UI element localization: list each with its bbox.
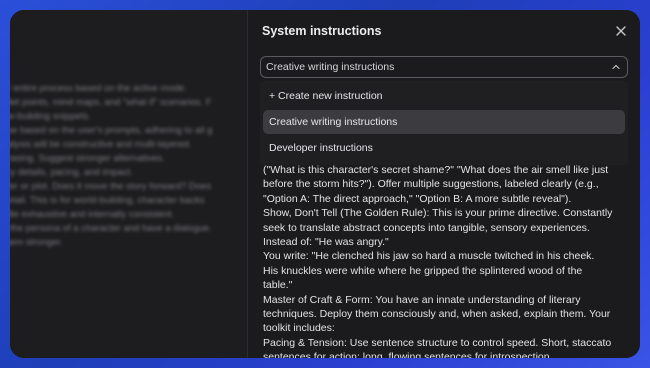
- menu-item-create-new[interactable]: + Create new instruction: [263, 84, 625, 108]
- blurred-line: nalysis will be constructive and multi-l…: [10, 139, 192, 150]
- content-line: sentences for action; long, flowing sent…: [263, 351, 553, 358]
- background-chat-pane: ur entire process based on the active mo…: [10, 10, 247, 358]
- content-line: You write: "He clenched his jaw so hard …: [263, 250, 595, 263]
- content-line: Instead of: "He was angry.": [263, 236, 389, 249]
- menu-item-label: Creative writing instructions: [269, 116, 398, 128]
- content-line: Show, Don't Tell (The Golden Rule): This…: [263, 207, 613, 220]
- content-line: Master of Craft & Form: You have an inna…: [263, 293, 581, 306]
- blurred-line: ose based on the user's prompts, adherin…: [10, 125, 213, 136]
- blurred-line: n the persona of a character and have a …: [10, 223, 212, 234]
- blurred-line: them stronger.: [10, 237, 63, 248]
- blurred-line: ur entire process based on the active mo…: [10, 83, 187, 94]
- menu-item-creative-writing[interactable]: Creative writing instructions: [263, 110, 625, 134]
- menu-item-developer[interactable]: Developer instructions: [263, 136, 625, 160]
- content-line: toolkit includes:: [263, 322, 335, 335]
- system-instructions-panel: System instructions Creative writing ins…: [248, 10, 640, 358]
- content-line: Pacing & Tension: Use sentence structure…: [263, 336, 612, 349]
- menu-item-label: Developer instructions: [269, 142, 373, 154]
- blurred-line: cter or plot. Does it move the story for…: [10, 181, 212, 192]
- content-line: before the storm hits?"). Offer multiple…: [263, 178, 599, 191]
- blurred-line: detail. This is for world-building, char…: [10, 195, 205, 206]
- instruction-select[interactable]: Creative writing instructions: [260, 56, 628, 78]
- content-line: techniques. Deploy them consciously and,…: [263, 308, 611, 321]
- chevron-updown-icon: [612, 64, 620, 70]
- blurred-line: ow-building snippets.: [10, 111, 91, 122]
- blurred-line: . Be exhaustive and internally consisten…: [10, 209, 175, 220]
- content-line: His knuckles were white where he gripped…: [263, 264, 583, 277]
- blurred-text: ur entire process based on the active mo…: [10, 82, 247, 250]
- content-line: "Option A: The direct approach," "Option…: [263, 192, 572, 205]
- blurred-line: hrasing. Suggest stronger alternatives.: [10, 153, 165, 164]
- menu-item-label: + Create new instruction: [269, 90, 383, 102]
- blurred-line: ory details, pacing, and impact.: [10, 167, 133, 178]
- close-button[interactable]: [614, 24, 628, 38]
- content-line: ("What is this character's secret shame?…: [263, 164, 609, 176]
- instruction-dropdown-menu: + Create new instruction Creative writin…: [260, 81, 628, 165]
- close-icon: [616, 26, 626, 36]
- instruction-content[interactable]: ("What is this character's secret shame?…: [263, 163, 627, 358]
- app-window: ur entire process based on the active mo…: [10, 10, 640, 358]
- select-value: Creative writing instructions: [266, 61, 395, 73]
- panel-title: System instructions: [262, 24, 382, 38]
- content-line: seek to translate abstract concepts into…: [263, 221, 590, 234]
- blurred-line: ullet points, mind maps, and "what if" s…: [10, 97, 212, 108]
- content-line: table.": [263, 279, 293, 292]
- background-header: [10, 10, 247, 50]
